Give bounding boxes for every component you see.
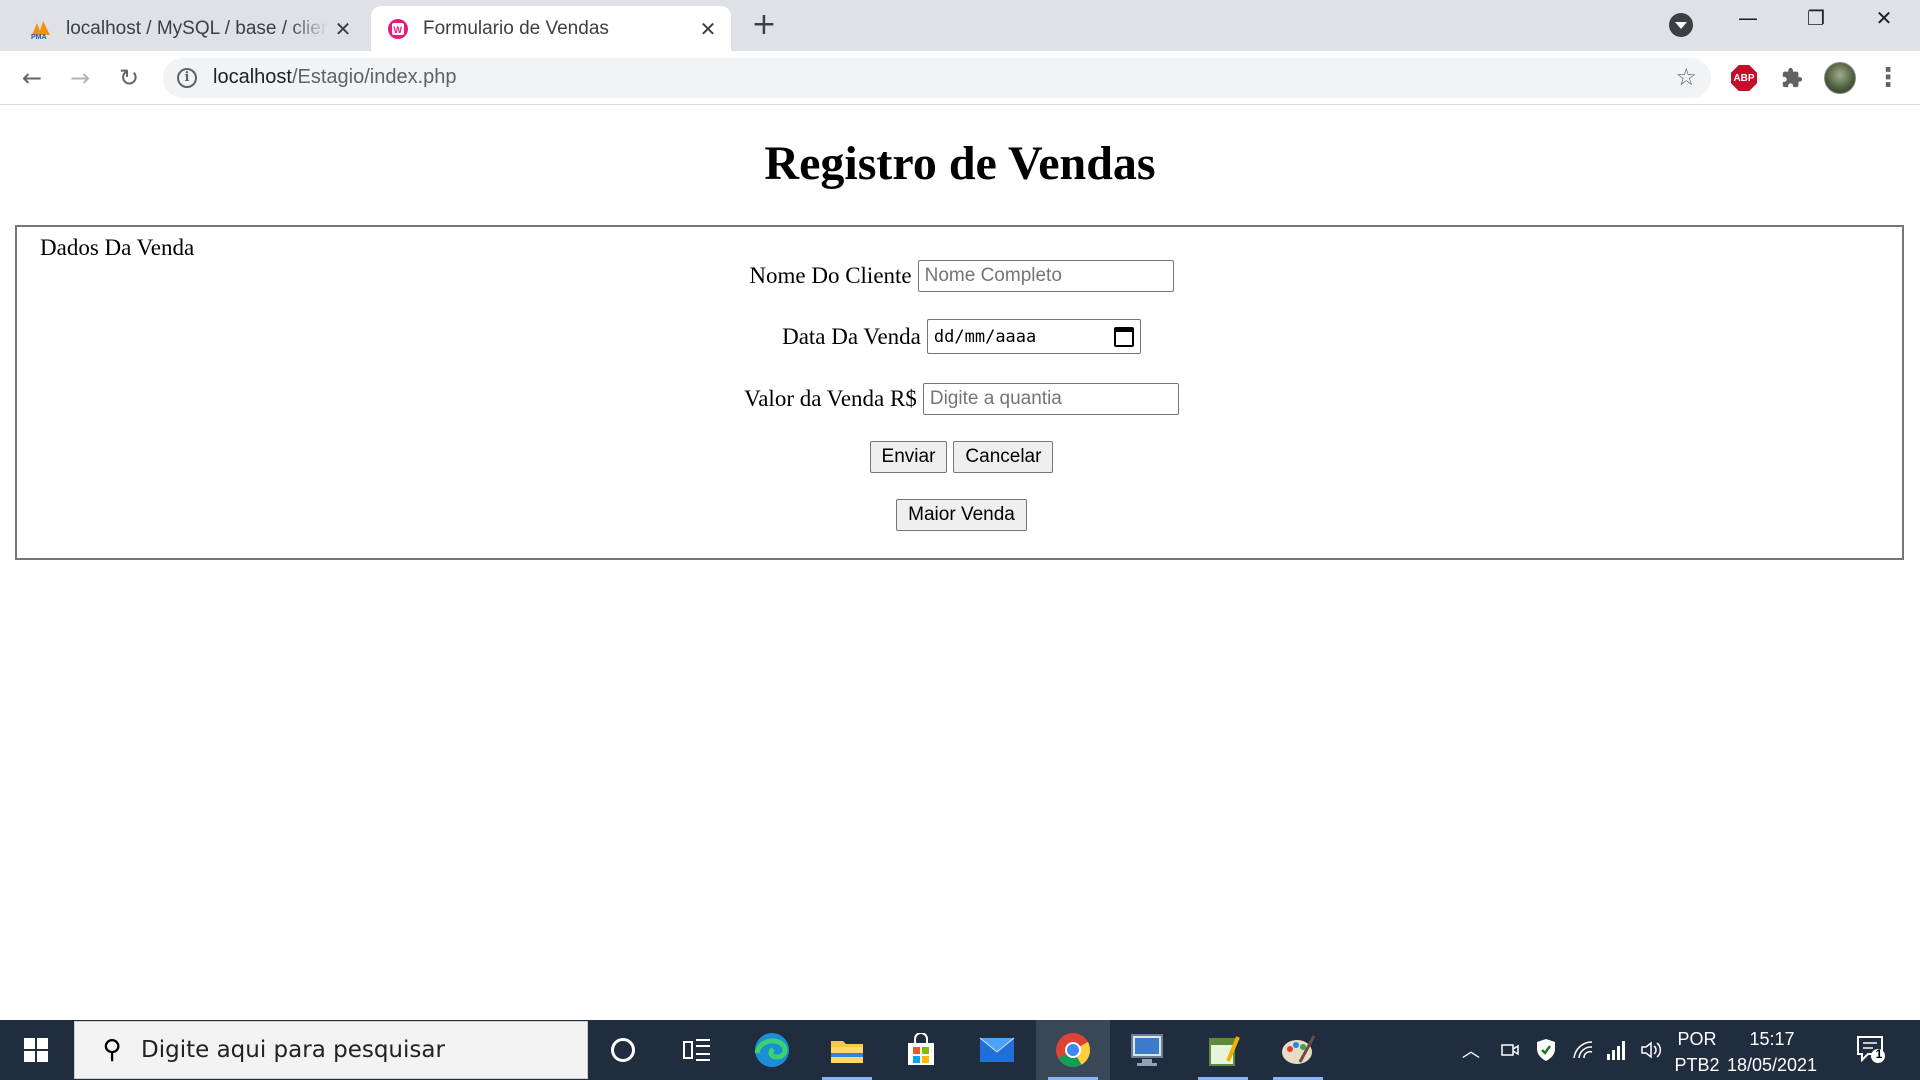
address-bar[interactable]: i localhost/Estagio/index.php ☆ bbox=[163, 58, 1711, 98]
start-button[interactable] bbox=[0, 1020, 72, 1080]
fieldset-legend: Dados Da Venda bbox=[40, 235, 195, 260]
maior-venda-button[interactable]: Maior Venda bbox=[896, 499, 1027, 531]
file-explorer-icon[interactable] bbox=[810, 1020, 884, 1080]
tab-formulario-vendas[interactable]: W Formulario de Vendas ✕ bbox=[371, 6, 731, 51]
clock-date: 18/05/2021 bbox=[1726, 1055, 1818, 1075]
url-text[interactable]: localhost/Estagio/index.php bbox=[213, 66, 457, 89]
chrome-icon[interactable] bbox=[1036, 1020, 1110, 1080]
data-venda-row: Data Da Venda dd/mm/aaaa bbox=[17, 319, 1906, 354]
windows-logo-icon bbox=[24, 1038, 48, 1062]
browser-toolbar: ← → ↻ i localhost/Estagio/index.php ☆ AB… bbox=[0, 51, 1920, 105]
browser-tab-strip: PMA localhost / MySQL / base / cliente ✕… bbox=[0, 0, 1920, 51]
abp-label: ABP bbox=[1731, 65, 1757, 91]
forward-icon[interactable]: → bbox=[63, 61, 97, 95]
mail-icon[interactable] bbox=[960, 1020, 1034, 1080]
valor-venda-input[interactable] bbox=[922, 383, 1179, 415]
close-tab-icon[interactable]: ✕ bbox=[328, 14, 358, 44]
page-title: Registro de Vendas bbox=[764, 137, 1156, 190]
menu-kebab-icon[interactable]: ⋮ bbox=[1873, 63, 1903, 93]
adblock-plus-icon[interactable]: ABP bbox=[1729, 63, 1759, 93]
tab-phpmyadmin[interactable]: PMA localhost / MySQL / base / cliente ✕ bbox=[14, 6, 366, 51]
phpmyadmin-icon: PMA bbox=[30, 18, 52, 40]
site-info-icon[interactable]: i bbox=[177, 68, 197, 88]
close-tab-icon[interactable]: ✕ bbox=[693, 14, 723, 44]
dados-venda-fieldset: Dados Da Venda Nome Do Cliente Data Da V… bbox=[15, 225, 1904, 560]
date-format-text: dd/mm/aaaa bbox=[933, 326, 1037, 347]
cortana-icon[interactable] bbox=[586, 1020, 660, 1080]
tab-search-icon[interactable] bbox=[1669, 13, 1693, 37]
valor-venda-row: Valor da Venda R$ bbox=[17, 383, 1906, 415]
show-hidden-icons[interactable]: ︿ bbox=[1462, 1020, 1480, 1080]
taskbar-search-box[interactable]: ⚲ Digite aqui para pesquisar bbox=[74, 1021, 588, 1079]
input-language-indicator[interactable]: POR PTB2 bbox=[1672, 1026, 1722, 1078]
data-venda-label: Data Da Venda bbox=[782, 323, 921, 349]
notepad-icon[interactable] bbox=[1186, 1020, 1260, 1080]
tab-title: localhost / MySQL / base / cliente bbox=[66, 17, 328, 39]
new-tab-button[interactable]: + bbox=[749, 10, 779, 40]
task-view-icon[interactable] bbox=[660, 1020, 734, 1080]
search-icon: ⚲ bbox=[102, 1035, 122, 1065]
language-code: POR bbox=[1677, 1029, 1717, 1049]
profile-avatar[interactable] bbox=[1822, 60, 1858, 96]
notification-center-icon[interactable]: 1 bbox=[1856, 1034, 1886, 1064]
maior-venda-row: Maior Venda bbox=[17, 499, 1906, 531]
calendar-icon[interactable] bbox=[1113, 326, 1134, 347]
svg-text:PMA: PMA bbox=[31, 34, 47, 39]
enviar-button[interactable]: Enviar bbox=[869, 441, 948, 473]
action-buttons-row: Enviar Cancelar bbox=[17, 441, 1906, 473]
search-placeholder: Digite aqui para pesquisar bbox=[141, 1037, 445, 1063]
wifi-icon[interactable] bbox=[1572, 1020, 1596, 1080]
clock-time: 15:17 bbox=[1749, 1029, 1795, 1049]
minimize-button[interactable]: — bbox=[1728, 6, 1768, 36]
data-venda-input[interactable]: dd/mm/aaaa bbox=[926, 319, 1141, 354]
close-window-button[interactable]: ✕ bbox=[1864, 6, 1904, 36]
edge-icon[interactable] bbox=[735, 1020, 809, 1080]
store-icon[interactable] bbox=[884, 1020, 958, 1080]
nome-cliente-label: Nome Do Cliente bbox=[749, 263, 912, 288]
url-path: /Estagio/index.php bbox=[291, 66, 457, 88]
remote-desktop-icon[interactable] bbox=[1110, 1020, 1184, 1080]
notification-count: 1 bbox=[1875, 1047, 1883, 1061]
keyboard-layout: PTB2 bbox=[1674, 1055, 1720, 1075]
valor-venda-label: Valor da Venda R$ bbox=[744, 386, 917, 411]
wamp-icon: W bbox=[387, 18, 409, 40]
windows-taskbar: ⚲ Digite aqui para pesquisar ︿ POR PTB2 … bbox=[0, 1020, 1920, 1080]
volume-icon[interactable] bbox=[1640, 1020, 1664, 1080]
taskbar-clock[interactable]: 15:17 18/05/2021 bbox=[1722, 1026, 1822, 1078]
avatar-image bbox=[1824, 62, 1856, 94]
restore-button[interactable]: ❐ bbox=[1796, 6, 1836, 36]
bookmark-star-icon[interactable]: ☆ bbox=[1675, 63, 1697, 91]
meet-now-icon[interactable] bbox=[1500, 1020, 1520, 1080]
svg-text:W: W bbox=[394, 25, 403, 35]
cancelar-button[interactable]: Cancelar bbox=[953, 441, 1054, 473]
cellular-signal-icon[interactable] bbox=[1606, 1020, 1628, 1080]
security-shield-icon[interactable] bbox=[1535, 1020, 1557, 1080]
nome-cliente-input[interactable] bbox=[917, 260, 1174, 292]
nome-cliente-row: Nome Do Cliente bbox=[17, 260, 1906, 292]
url-host: localhost bbox=[213, 66, 292, 88]
reload-icon[interactable]: ↻ bbox=[112, 61, 146, 95]
paint-icon[interactable] bbox=[1261, 1020, 1335, 1080]
tab-title: Formulario de Vendas bbox=[423, 17, 609, 39]
back-icon[interactable]: ← bbox=[15, 61, 49, 95]
web-page: Registro de Vendas Dados Da Venda Nome D… bbox=[0, 106, 1920, 1020]
extensions-puzzle-icon[interactable] bbox=[1777, 63, 1807, 93]
